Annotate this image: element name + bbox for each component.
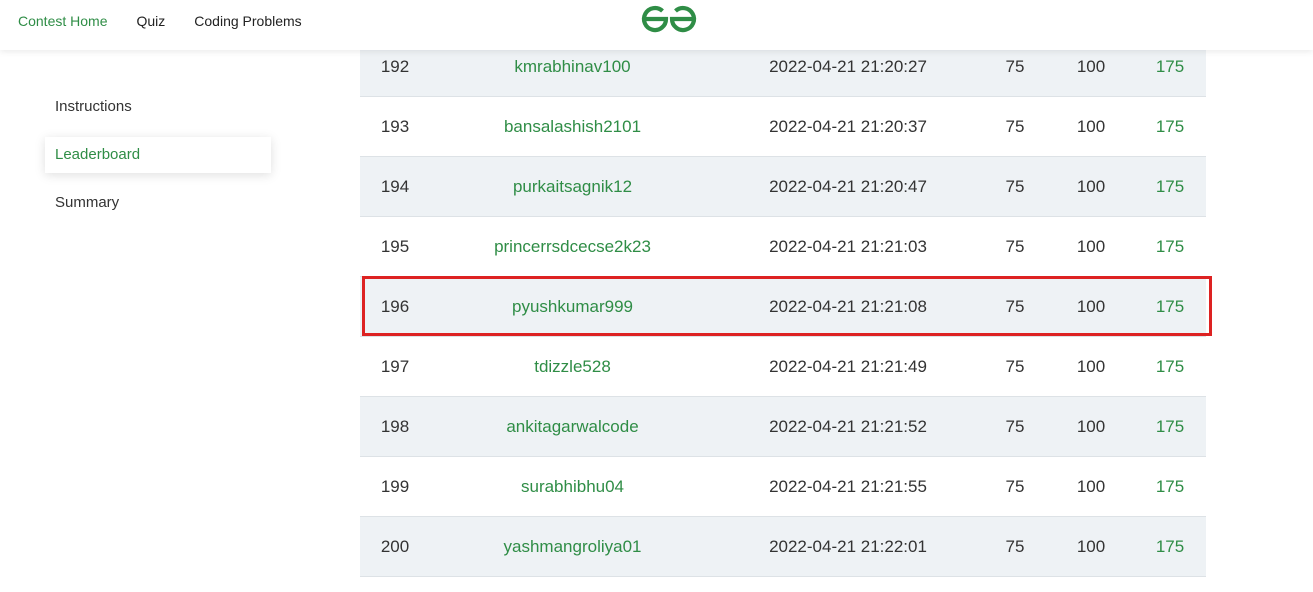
score-cell: 75 xyxy=(1005,297,1025,316)
submission-time: 2022-04-21 21:22:01 xyxy=(769,537,927,556)
nav-contest-home[interactable]: Contest Home xyxy=(18,13,107,29)
table-row: 194 purkaitsagnik12 2022-04-21 21:20:47 … xyxy=(360,157,1206,217)
score-cell: 100 xyxy=(1076,357,1106,376)
total-score: 175 xyxy=(1155,117,1185,136)
sidebar-item-instructions[interactable]: Instructions xyxy=(45,89,271,125)
table-row: 198 ankitagarwalcode 2022-04-21 21:21:52… xyxy=(360,397,1206,457)
submission-time: 2022-04-21 21:21:55 xyxy=(769,477,927,496)
submission-time: 2022-04-21 21:20:37 xyxy=(769,117,927,136)
rank-cell: 194 xyxy=(380,177,410,196)
table-row: 199 surabhibhu04 2022-04-21 21:21:55 75 … xyxy=(360,457,1206,517)
total-score: 175 xyxy=(1155,417,1185,436)
rank-cell: 198 xyxy=(380,417,410,436)
leaderboard-table: 192 kmrabhinav100 2022-04-21 21:20:27 75… xyxy=(360,37,1206,577)
score-cell: 75 xyxy=(1005,537,1025,556)
score-cell: 75 xyxy=(1005,417,1025,436)
username-link[interactable]: ankitagarwalcode xyxy=(460,397,685,456)
rank-cell: 196 xyxy=(380,297,410,316)
table-row: 197 tdizzle528 2022-04-21 21:21:49 75 10… xyxy=(360,337,1206,397)
table-row-highlighted: 196 pyushkumar999 2022-04-21 21:21:08 75… xyxy=(360,277,1206,337)
submission-time: 2022-04-21 21:21:49 xyxy=(769,357,927,376)
submission-time: 2022-04-21 21:21:52 xyxy=(769,417,927,436)
score-cell: 100 xyxy=(1076,177,1106,196)
score-cell: 75 xyxy=(1005,177,1025,196)
table-row: 200 yashmangroliya01 2022-04-21 21:22:01… xyxy=(360,517,1206,577)
sidebar: Instructions Leaderboard Summary xyxy=(45,89,271,233)
username-link[interactable]: tdizzle528 xyxy=(460,337,685,396)
gfg-logo-icon[interactable] xyxy=(638,4,700,36)
score-cell: 75 xyxy=(1005,477,1025,496)
submission-time: 2022-04-21 21:21:08 xyxy=(769,297,927,316)
sidebar-item-leaderboard[interactable]: Leaderboard xyxy=(45,137,271,173)
username-link[interactable]: princerrsdcecse2k23 xyxy=(460,217,685,276)
score-cell: 100 xyxy=(1076,477,1106,496)
table-row: 193 bansalashish2101 2022-04-21 21:20:37… xyxy=(360,97,1206,157)
nav-links: Contest Home Quiz Coding Problems xyxy=(18,0,302,42)
sidebar-item-summary[interactable]: Summary xyxy=(45,185,271,221)
total-score: 175 xyxy=(1155,357,1185,376)
score-cell: 75 xyxy=(1005,357,1025,376)
username-link[interactable]: yashmangroliya01 xyxy=(460,517,685,576)
top-navbar: Contest Home Quiz Coding Problems xyxy=(0,0,1313,50)
rank-cell: 195 xyxy=(380,237,410,256)
username-link[interactable]: pyushkumar999 xyxy=(460,277,685,336)
score-cell: 100 xyxy=(1076,117,1106,136)
score-cell: 100 xyxy=(1076,297,1106,316)
username-link[interactable]: purkaitsagnik12 xyxy=(460,157,685,216)
total-score: 175 xyxy=(1155,477,1185,496)
submission-time: 2022-04-21 21:21:03 xyxy=(769,237,927,256)
rank-cell: 200 xyxy=(380,537,410,556)
total-score: 175 xyxy=(1155,297,1185,316)
score-cell: 75 xyxy=(1005,237,1025,256)
username-link[interactable]: bansalashish2101 xyxy=(460,97,685,156)
table-row: 195 princerrsdcecse2k23 2022-04-21 21:21… xyxy=(360,217,1206,277)
rank-cell: 199 xyxy=(380,477,410,496)
submission-time: 2022-04-21 21:20:47 xyxy=(769,177,927,196)
total-score: 175 xyxy=(1155,177,1185,196)
username-link[interactable]: surabhibhu04 xyxy=(460,457,685,516)
score-cell: 100 xyxy=(1076,537,1106,556)
score-cell: 75 xyxy=(1005,117,1025,136)
total-score: 175 xyxy=(1155,537,1185,556)
nav-quiz[interactable]: Quiz xyxy=(136,13,165,29)
nav-coding-problems[interactable]: Coding Problems xyxy=(194,13,301,29)
rank-cell: 197 xyxy=(380,357,410,376)
score-cell: 100 xyxy=(1076,237,1106,256)
rank-cell: 193 xyxy=(380,117,410,136)
total-score: 175 xyxy=(1155,237,1185,256)
score-cell: 100 xyxy=(1076,417,1106,436)
